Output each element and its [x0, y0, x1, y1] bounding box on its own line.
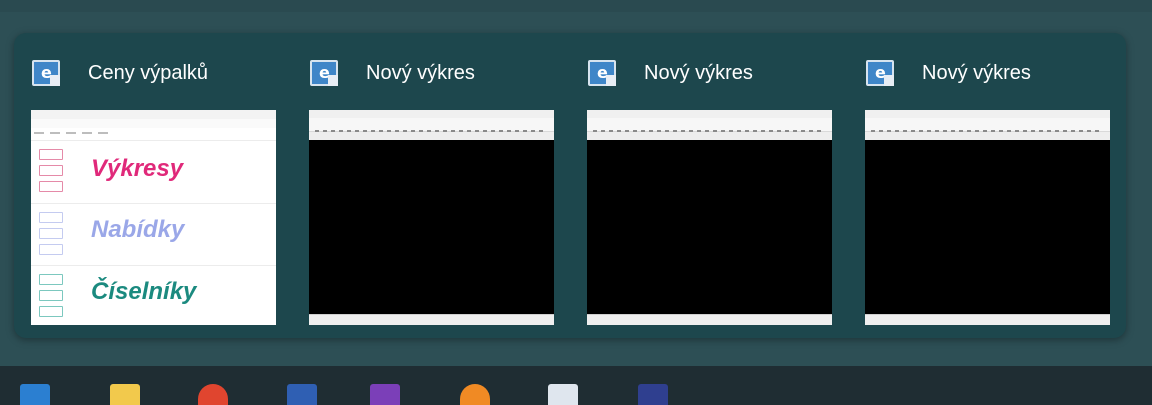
window-title: Ceny výpalků: [88, 61, 209, 84]
save-disk-icon[interactable]: [287, 384, 317, 405]
window-card-ceny-vypalku[interactable]: e Ceny výpalků Výkresy Nabídky Číselníky: [14, 33, 276, 338]
desktop-background: [0, 0, 1152, 12]
calendar-app-icon[interactable]: [638, 384, 668, 405]
window-title: Nový výkres: [366, 61, 475, 84]
vscode-icon[interactable]: [20, 384, 50, 405]
window-title: Nový výkres: [922, 61, 1031, 84]
window-thumbnail[interactable]: [309, 110, 554, 325]
window-thumbnail[interactable]: [865, 110, 1110, 325]
app-window-icon: e: [32, 60, 60, 86]
window-thumbnail[interactable]: Výkresy Nabídky Číselníky: [31, 110, 276, 325]
window-header: e Ceny výpalků: [32, 57, 208, 89]
firefox-icon[interactable]: [460, 384, 490, 405]
window-card-novy-vykres-3[interactable]: e Nový výkres: [848, 33, 1110, 338]
taskbar-icons: [0, 384, 1152, 405]
thumbnail-section-ciselniky: Číselníky: [31, 265, 276, 325]
alt-tab-switcher: e Ceny výpalků Výkresy Nabídky Číselníky…: [14, 33, 1126, 338]
thumbnail-section-vykresy: Výkresy: [31, 140, 276, 201]
file-explorer-icon[interactable]: [110, 384, 140, 405]
window-title: Nový výkres: [644, 61, 753, 84]
window-header: e Nový výkres: [588, 57, 753, 89]
thumbnail-section-nabidky: Nabídky: [31, 203, 276, 264]
app-window-icon: e: [866, 60, 894, 86]
app-window-icon: e: [310, 60, 338, 86]
window-header: e Nový výkres: [310, 57, 475, 89]
section-label: Číselníky: [91, 278, 197, 305]
section-label: Nabídky: [91, 216, 185, 243]
chrome-icon[interactable]: [198, 384, 228, 405]
app-window-icon: e: [588, 60, 616, 86]
section-label: Výkresy: [91, 155, 184, 182]
window-header: e Nový výkres: [866, 57, 1031, 89]
window-thumbnail[interactable]: [587, 110, 832, 325]
visual-studio-icon[interactable]: [370, 384, 400, 405]
window-card-novy-vykres-2[interactable]: e Nový výkres: [570, 33, 832, 338]
window-card-novy-vykres-1[interactable]: e Nový výkres: [292, 33, 554, 338]
app-window-icon[interactable]: [548, 384, 578, 405]
